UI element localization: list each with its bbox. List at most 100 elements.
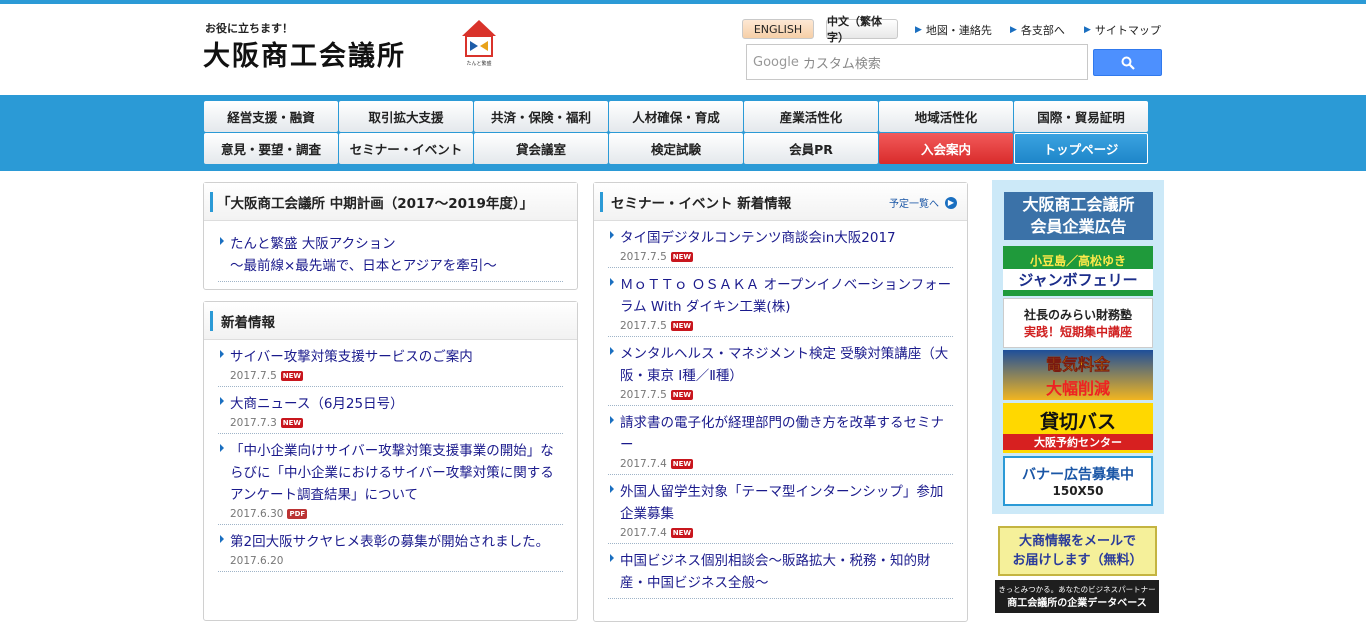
search-button[interactable] (1093, 49, 1162, 76)
arrow-right-icon: ▶ (945, 196, 957, 209)
list-item[interactable]: 中国ビジネス個別相談会〜販路拡大・税務・知的財産・中国ビジネス全般〜 (608, 544, 953, 599)
search-input[interactable]: Google カスタム検索 (746, 44, 1088, 80)
nav-item-management[interactable]: 経営支援・融資 (204, 101, 338, 132)
list-item[interactable]: 第2回大阪サクヤヒメ表彰の募集が開始されました。 2017.6.20 (218, 525, 563, 572)
heading-bar (210, 310, 213, 331)
new-badge: NEW (280, 371, 304, 381)
nav-item-opinion[interactable]: 意見・要望・調査 (204, 133, 338, 164)
news-item-text[interactable]: サイバー攻撃対策支援サービスのご案内 (230, 346, 563, 368)
mail-newsletter-banner[interactable]: 大商情報をメールで お届けします（無料） (998, 526, 1157, 576)
ad-zaimu-line2: 実践！短期集中講座 (1023, 325, 1132, 339)
bullet-icon (220, 535, 224, 543)
list-item[interactable]: ＭｏＴＴｏ ＯＳＡＫＡ オープンイノベーションフォーラム With ダイキン工業… (608, 268, 953, 337)
nav-item-member-pr[interactable]: 会員PR (744, 133, 878, 164)
list-item[interactable]: 外国人留学生対象「テーマ型インターンシップ」参加企業募集 2017.7.4 NEW (608, 475, 953, 544)
ad-banner-line2: 150X50 (1052, 484, 1104, 498)
chinese-button[interactable]: 中文（繁体字） (826, 15, 898, 44)
bullet-icon (610, 278, 614, 286)
seminar-header: セミナー・イベント 新着情報 予定一覧へ ▶ (594, 183, 967, 221)
seminar-item-text[interactable]: ＭｏＴＴｏ ＯＳＡＫＡ オープンイノベーションフォーラム With ダイキン工業… (620, 274, 953, 318)
news-item-text[interactable]: 第2回大阪サクヤヒメ表彰の募集が開始されました。 (230, 531, 563, 553)
ad-electricity[interactable]: 電気料金 大幅削減 (1003, 350, 1153, 400)
nav-item-hr[interactable]: 人材確保・育成 (609, 101, 743, 132)
logo-sub-text: たんと繁盛 (466, 60, 491, 67)
news-item-date: 2017.6.30 (230, 508, 284, 520)
bullet-icon (220, 350, 224, 358)
nav-item-seminar[interactable]: セミナー・イベント (339, 133, 473, 164)
nav-item-international[interactable]: 国際・貿易証明 (1014, 101, 1148, 132)
plan-link-line1[interactable]: たんと繁盛 大阪アクション (230, 233, 563, 255)
ad-banner-line1: バナー広告募集中 (1022, 467, 1134, 483)
news-item-date: 2017.6.20 (230, 555, 284, 567)
util-link-sitemap[interactable]: ▶ サイトマップ (1084, 22, 1161, 38)
site-logo-text[interactable]: 大阪商工会議所 (203, 34, 406, 73)
ad-finance-school[interactable]: 社長のみらい財務塾 実践！短期集中講座 (1003, 298, 1153, 348)
news-header: 新着情報 (204, 302, 577, 340)
db-line1: きっとみつかる。あなたのビジネスパートナー (998, 585, 1156, 594)
seminar-item-date: 2017.7.4 (620, 458, 667, 470)
company-database-banner[interactable]: きっとみつかる。あなたのビジネスパートナー 商工会議所の企業データベース (995, 580, 1159, 613)
ad-zaimu-line1: 社長のみらい財務塾 (1023, 308, 1132, 322)
nav-item-region[interactable]: 地域活性化 (879, 101, 1013, 132)
ad-banner-recruit[interactable]: バナー広告募集中 150X50 (1003, 456, 1153, 506)
ad-denki-line2: 大幅削減 (1045, 379, 1110, 398)
global-nav: 経営支援・融資 取引拡大支援 共済・保険・福利 人材確保・育成 産業活性化 地域… (204, 101, 1149, 165)
nav-item-insurance[interactable]: 共済・保険・福利 (474, 101, 608, 132)
bullet-icon (220, 237, 224, 245)
nav-item-rooms[interactable]: 貸会議室 (474, 133, 608, 164)
search-placeholder: カスタム検索 (802, 56, 881, 72)
nav-item-top[interactable]: トップページ (1014, 133, 1148, 164)
heading-bar (210, 191, 213, 212)
plan-title: 「大阪商工会議所 中期計画（2017〜2019年度）」 (217, 195, 534, 212)
ad-bus-line1: 貸切バス (1039, 410, 1116, 433)
mail-line2: お届けします（無料） (1012, 553, 1143, 568)
list-item[interactable]: 「中小企業向けサイバー攻撃対策支援事業の開始」ならびに「中小企業におけるサイバー… (218, 434, 563, 525)
schedule-list-link[interactable]: 予定一覧へ ▶ (889, 195, 957, 210)
seminar-item-text[interactable]: 請求書の電子化が経理部門の働き方を改革するセミナー (620, 412, 953, 456)
bullet-icon (610, 347, 614, 355)
seminar-item-text[interactable]: 中国ビジネス個別相談会〜販路拡大・税務・知的財産・中国ビジネス全般〜 (620, 550, 953, 594)
seminar-title: セミナー・イベント 新着情報 (611, 195, 792, 212)
nav-item-trade[interactable]: 取引拡大支援 (339, 101, 473, 132)
seminar-item-text[interactable]: 外国人留学生対象「テーマ型インターンシップ」参加企業募集 (620, 481, 953, 525)
seminar-item-text[interactable]: タイ国デジタルコンテンツ商談会in大阪2017 (620, 227, 953, 249)
english-button[interactable]: ENGLISH (742, 19, 814, 39)
mail-line1: 大商情報をメールで (1018, 534, 1136, 549)
bullet-icon (220, 444, 224, 452)
ad-bus-line2: 大阪予約センター (1003, 433, 1153, 450)
schedule-list-label: 予定一覧へ (889, 199, 939, 210)
seminar-panel: セミナー・イベント 新着情報 予定一覧へ ▶ タイ国デジタルコンテンツ商談会in大… (593, 182, 968, 622)
ad-ferry-line2: ジャンボフェリー (1003, 269, 1153, 290)
list-item[interactable]: タイ国デジタルコンテンツ商談会in大阪2017 2017.7.5 NEW (608, 221, 953, 268)
util-link-branches[interactable]: ▶ 各支部へ (1010, 22, 1065, 38)
news-item-text[interactable]: 大商ニュース（6月25日号） (230, 393, 563, 415)
news-title: 新着情報 (221, 314, 275, 331)
logo-mark-icon[interactable]: たんと繁盛 (458, 16, 500, 68)
util-link-map[interactable]: ▶ 地図・連絡先 (915, 22, 992, 38)
nav-item-join[interactable]: 入会案内 (879, 133, 1013, 164)
bullet-icon (610, 485, 614, 493)
news-item-text[interactable]: 「中小企業向けサイバー攻撃対策支援事業の開始」ならびに「中小企業におけるサイバー… (230, 440, 563, 506)
seminar-item-text[interactable]: メンタルヘルス・マネジメント検定 受験対策講座（大阪・東京 Ⅰ種／Ⅱ種） (620, 343, 953, 387)
list-item[interactable]: 請求書の電子化が経理部門の働き方を改革するセミナー 2017.7.4 NEW (608, 406, 953, 475)
seminar-item-date: 2017.7.4 (620, 527, 667, 539)
new-badge: NEW (670, 459, 694, 469)
list-item[interactable]: サイバー攻撃対策支援サービスのご案内 2017.7.5 NEW (218, 340, 563, 387)
plan-link[interactable]: たんと繁盛 大阪アクション 〜最前線×最先端で、日本とアジアを牽引〜 (218, 221, 563, 282)
seminar-item-date: 2017.7.5 (620, 389, 667, 401)
plan-link-line2[interactable]: 〜最前線×最先端で、日本とアジアを牽引〜 (230, 255, 563, 277)
util-link-label: 各支部へ (1020, 24, 1065, 37)
ad-denki-line1: 電気料金 (1045, 355, 1110, 374)
site-header: お役に立ちます！ 大阪商工会議所 たんと繁盛 ENGLISH 中文（繁体字） ▶… (0, 4, 1366, 95)
ad-charter-bus[interactable]: 貸切バス 大阪予約センター (1003, 403, 1153, 453)
list-item[interactable]: 大商ニュース（6月25日号） 2017.7.3 NEW (218, 387, 563, 434)
bullet-icon (610, 416, 614, 424)
search-icon (1121, 56, 1135, 70)
new-badge: NEW (670, 252, 694, 262)
list-item[interactable]: メンタルヘルス・マネジメント検定 受験対策講座（大阪・東京 Ⅰ種／Ⅱ種） 201… (608, 337, 953, 406)
new-badge: NEW (670, 390, 694, 400)
ad-jumbo-ferry[interactable]: 小豆島／高松ゆき ジャンボフェリー (1003, 246, 1153, 296)
nav-item-exam[interactable]: 検定試験 (609, 133, 743, 164)
nav-item-industry[interactable]: 産業活性化 (744, 101, 878, 132)
heading-bar (600, 191, 603, 212)
